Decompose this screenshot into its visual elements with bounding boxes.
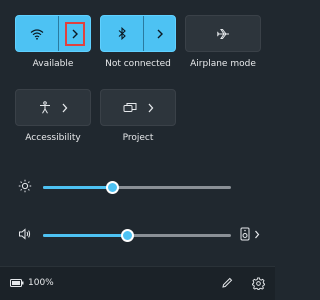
chevron-right-icon xyxy=(255,230,260,238)
accessibility-button[interactable] xyxy=(15,89,91,126)
chevron-right-icon xyxy=(62,103,67,112)
wifi-expand-button[interactable] xyxy=(59,16,90,51)
project-content xyxy=(101,90,175,125)
wifi-chevron-highlight[interactable] xyxy=(64,21,85,46)
volume-row xyxy=(0,225,275,245)
audio-output-button[interactable] xyxy=(240,227,260,241)
brightness-thumb[interactable] xyxy=(106,181,120,194)
bluetooth-expand-button[interactable] xyxy=(144,16,175,51)
volume-fill xyxy=(43,234,128,237)
settings-button[interactable] xyxy=(250,275,266,291)
wifi-tile-group: Available xyxy=(15,15,91,69)
volume-slider[interactable] xyxy=(43,229,231,242)
bluetooth-icon xyxy=(118,27,126,40)
accessibility-tile-group: Accessibility xyxy=(15,89,91,143)
accessibility-icon xyxy=(39,101,50,114)
chevron-right-icon xyxy=(72,29,78,38)
airplane-label: Airplane mode xyxy=(190,59,256,69)
wifi-tile xyxy=(15,15,91,52)
accessibility-label: Accessibility xyxy=(25,133,81,143)
chevron-right-icon xyxy=(157,29,163,38)
quick-settings-footer: 100% xyxy=(0,266,275,300)
accessibility-content xyxy=(16,90,90,125)
wifi-toggle-button[interactable] xyxy=(16,16,58,51)
gear-icon xyxy=(251,276,265,290)
battery-percentage: 100% xyxy=(28,278,54,288)
project-label: Project xyxy=(122,133,154,143)
project-button[interactable] xyxy=(100,89,176,126)
bluetooth-tile-group: Not connected xyxy=(100,15,176,69)
airplane-icon-wrap xyxy=(186,16,260,51)
speaker-icon[interactable] xyxy=(18,227,32,241)
brightness-icon xyxy=(18,179,32,193)
chevron-right-icon xyxy=(148,103,153,112)
quick-settings-panel: Available Not connected Airplane mode Ac… xyxy=(0,0,275,300)
project-icon xyxy=(123,103,136,112)
wifi-icon xyxy=(30,28,44,40)
bluetooth-tile xyxy=(100,15,176,52)
bluetooth-toggle-button[interactable] xyxy=(101,16,143,51)
project-tile-group: Project xyxy=(100,89,176,143)
edit-quick-settings-button[interactable] xyxy=(219,275,235,291)
brightness-slider[interactable] xyxy=(43,181,231,194)
airplane-icon xyxy=(217,28,229,39)
audio-device-icon xyxy=(240,227,250,241)
brightness-row xyxy=(0,177,275,197)
volume-thumb[interactable] xyxy=(121,229,135,242)
airplane-mode-button[interactable] xyxy=(185,15,261,52)
battery-status[interactable]: 100% xyxy=(10,278,54,288)
airplane-tile-group: Airplane mode xyxy=(185,15,261,69)
brightness-fill xyxy=(43,186,113,189)
pencil-icon xyxy=(222,277,233,288)
battery-icon xyxy=(10,279,24,287)
